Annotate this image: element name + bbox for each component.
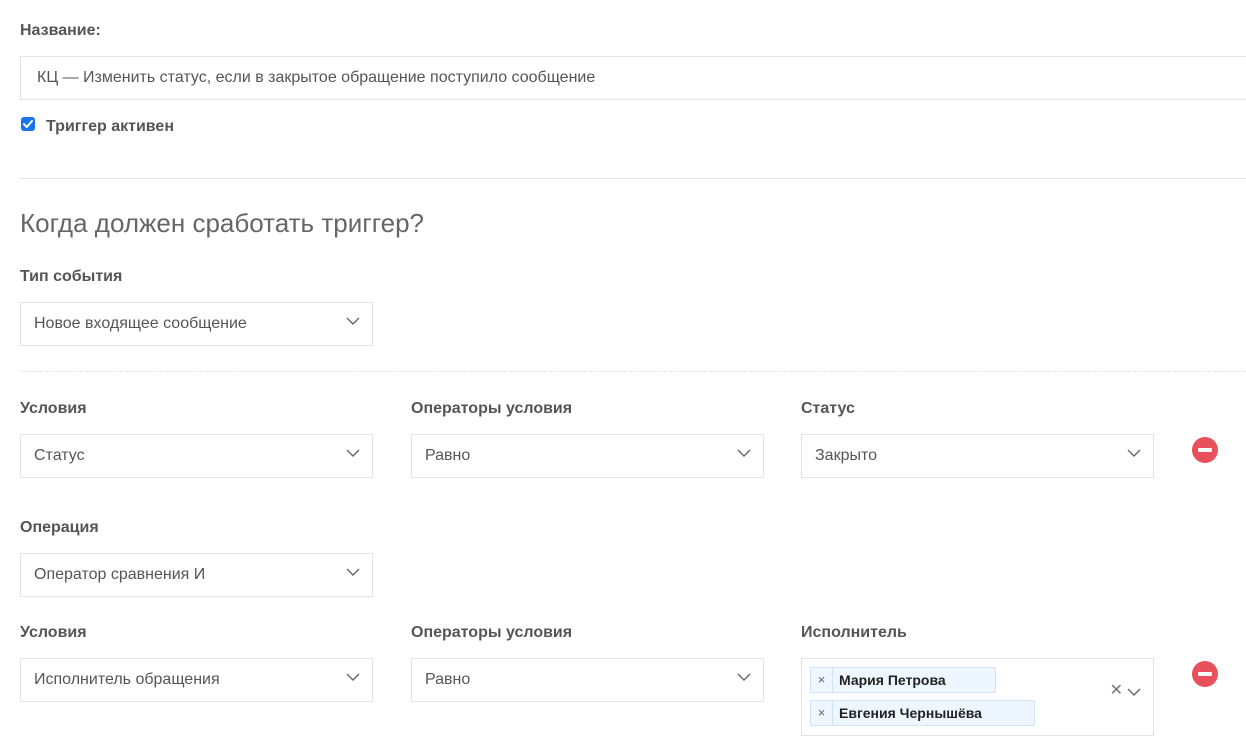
conditions-label: Условия xyxy=(20,624,87,641)
chevron-down-icon[interactable] xyxy=(1127,687,1141,697)
event-type-value: Новое входящее сообщение xyxy=(34,315,247,332)
operator-value: Равно xyxy=(425,447,471,464)
status-select[interactable]: Закрыто xyxy=(801,434,1154,478)
operators-label: Операторы условия xyxy=(411,400,573,417)
name-input[interactable]: КЦ — Изменить статус, если в закрытое об… xyxy=(20,56,1246,100)
assignee-multiselect[interactable]: × Мария Петрова × Евгения Чернышёва ✕ xyxy=(801,658,1154,736)
chevron-down-icon xyxy=(346,449,360,457)
operation-select[interactable]: Оператор сравнения И xyxy=(20,553,373,597)
tag-text: Мария Петрова xyxy=(839,672,946,688)
assignee-tag: × Мария Петрова xyxy=(810,667,996,693)
checkmark-icon xyxy=(23,120,33,128)
divider-dashed xyxy=(20,371,1246,372)
active-checkbox[interactable] xyxy=(21,117,35,131)
operator-select[interactable]: Равно xyxy=(411,658,764,702)
event-type-label: Тип события xyxy=(20,268,123,285)
operators-label: Операторы условия xyxy=(411,624,573,641)
event-type-select[interactable]: Новое входящее сообщение xyxy=(20,302,373,346)
assignee-label: Исполнитель xyxy=(801,624,907,641)
tag-text: Евгения Чернышёва xyxy=(839,705,982,721)
status-value: Закрыто xyxy=(815,447,878,464)
chevron-down-icon xyxy=(1127,449,1141,457)
active-label: Триггер активен xyxy=(46,118,174,135)
conditions-label: Условия xyxy=(20,400,87,417)
operation-label: Операция xyxy=(20,519,99,536)
clear-icon[interactable]: ✕ xyxy=(1110,682,1123,700)
name-label: Название: xyxy=(20,22,101,39)
status-label: Статус xyxy=(801,400,855,417)
condition-select[interactable]: Исполнитель обращения xyxy=(20,658,373,702)
chevron-down-icon xyxy=(346,673,360,681)
assignee-tag: × Евгения Чернышёва xyxy=(810,700,1035,726)
operator-select[interactable]: Равно xyxy=(411,434,764,478)
divider xyxy=(20,178,1246,179)
condition-value: Статус xyxy=(34,447,85,464)
chevron-down-icon xyxy=(346,317,360,325)
tag-remove-icon[interactable]: × xyxy=(811,668,833,692)
tag-remove-icon[interactable]: × xyxy=(811,701,833,725)
chevron-down-icon xyxy=(346,568,360,576)
chevron-down-icon xyxy=(737,673,751,681)
remove-condition-button[interactable] xyxy=(1192,437,1218,463)
condition-value: Исполнитель обращения xyxy=(34,671,220,688)
operator-value: Равно xyxy=(425,671,471,688)
condition-select[interactable]: Статус xyxy=(20,434,373,478)
remove-condition-button[interactable] xyxy=(1192,661,1218,687)
chevron-down-icon xyxy=(737,449,751,457)
section-title: Когда должен сработать триггер? xyxy=(20,208,424,238)
operation-value: Оператор сравнения И xyxy=(34,566,206,583)
